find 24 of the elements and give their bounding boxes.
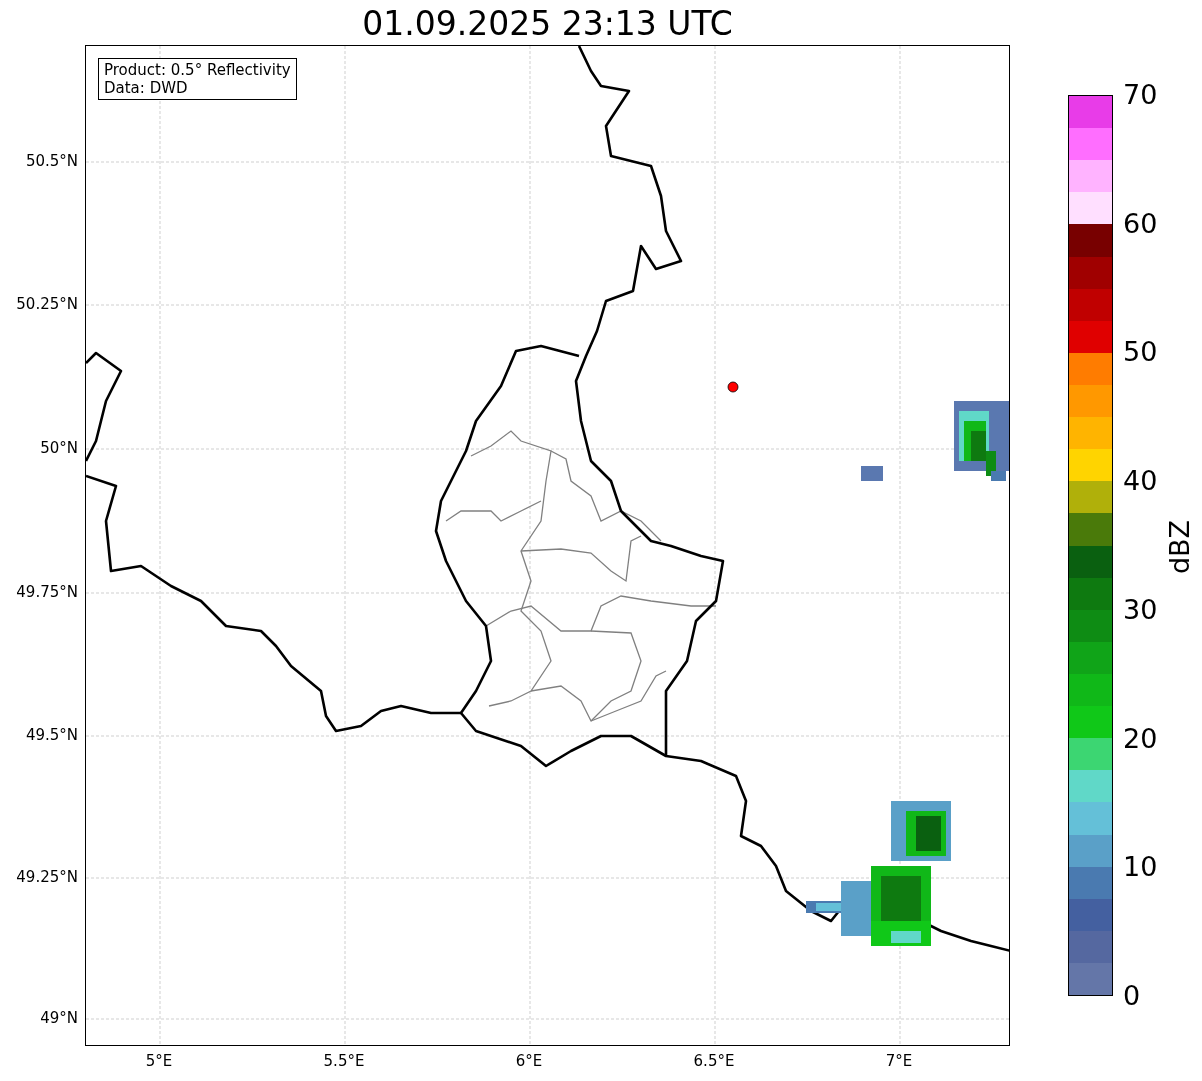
tick-label: 6.5°E bbox=[692, 1052, 736, 1070]
tick-label: 60 bbox=[1123, 207, 1158, 240]
tick-label: 5°E bbox=[144, 1052, 174, 1070]
tick-label: 70 bbox=[1123, 79, 1158, 111]
tick-label: 7°E bbox=[884, 1052, 914, 1070]
tick-label: 50.25°N bbox=[15, 295, 78, 313]
radar-echo bbox=[861, 466, 883, 481]
info-box: Product: 0.5° Reflectivity Data: DWD bbox=[98, 58, 297, 100]
tick-label: 10 bbox=[1123, 851, 1158, 884]
tick-label: 20 bbox=[1123, 722, 1158, 755]
tick-label: 49.75°N bbox=[15, 583, 78, 601]
tick-label: 49.25°N bbox=[15, 868, 78, 886]
tick-label: 50.5°N bbox=[24, 152, 78, 170]
tick-label: 50 bbox=[1123, 336, 1158, 369]
tick-label: 0 bbox=[1123, 980, 1141, 1012]
tick-label: 30 bbox=[1123, 593, 1158, 626]
tick-label: 49°N bbox=[39, 1009, 78, 1027]
tick-label: 40 bbox=[1123, 465, 1158, 498]
tick-label: 6°E bbox=[514, 1052, 544, 1070]
chart-title: 01.09.2025 23:13 UTC bbox=[361, 3, 734, 45]
tick-label: 49.5°N bbox=[24, 726, 78, 744]
tick-label: 50°N bbox=[39, 439, 78, 457]
colorbar-label: dBZ bbox=[1163, 518, 1196, 577]
tick-label: 5.5°E bbox=[322, 1052, 366, 1070]
